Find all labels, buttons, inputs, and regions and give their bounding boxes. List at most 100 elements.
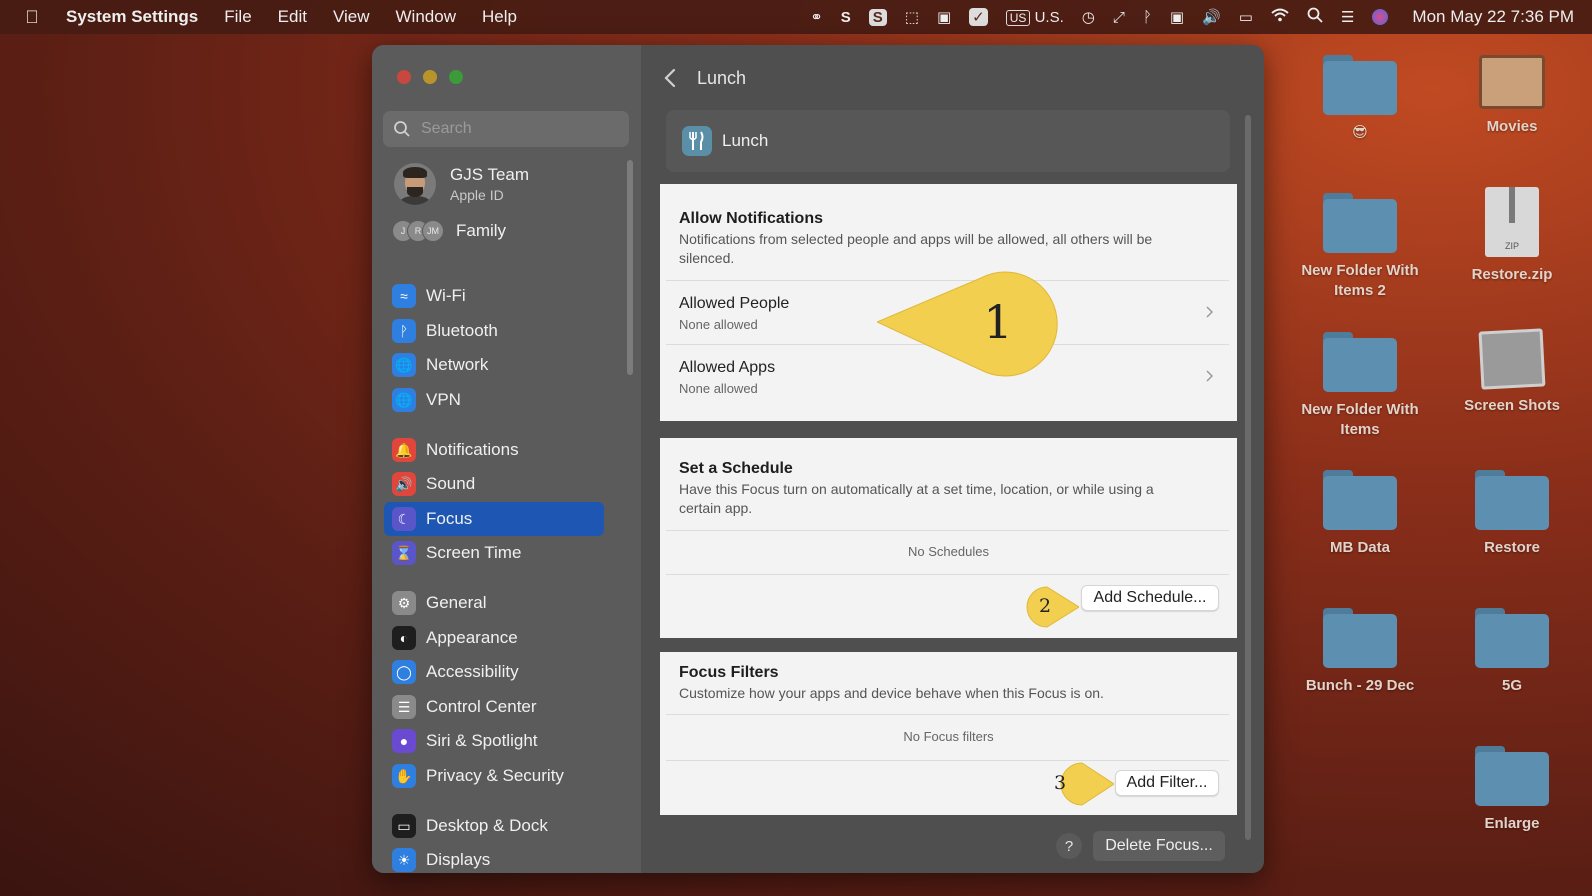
sidebar-item-general[interactable]: ⚙ General <box>384 586 604 620</box>
search-input[interactable]: Search <box>383 111 629 147</box>
apple-id-account[interactable]: GJS Team Apple ID <box>394 163 529 205</box>
skype-icon[interactable]: S <box>868 8 887 26</box>
vpn-status-icon[interactable]: ▣ <box>1170 8 1184 26</box>
close-button[interactable] <box>397 70 411 84</box>
page-header: Lunch <box>663 63 746 93</box>
focus-filters-card: Focus Filters Customize how your apps an… <box>660 652 1237 815</box>
menu-edit[interactable]: Edit <box>278 7 307 27</box>
allowed-people-title: Allowed People <box>679 295 790 312</box>
sidebar-item-bluetooth[interactable]: ᚹ Bluetooth <box>384 314 604 348</box>
desktop-item-label: Restore.zip <box>1471 266 1553 283</box>
sidebar-item-label: Focus <box>426 509 473 528</box>
screen-mirroring-icon[interactable]: ▭ <box>1239 8 1253 26</box>
sidebar-scrollbar[interactable] <box>627 160 633 375</box>
desktop-item-restore[interactable]: Restore <box>1437 470 1587 558</box>
schedule-desc: Have this Focus turn on automatically at… <box>679 481 1154 516</box>
creative-cloud-icon[interactable]: ⚭ <box>810 8 823 26</box>
menu-file[interactable]: File <box>224 7 251 27</box>
time-machine-icon[interactable]: ◷ <box>1082 8 1095 26</box>
window-icon[interactable]: ▣ <box>937 8 951 26</box>
chevron-right-icon <box>1206 370 1213 382</box>
zoom-button[interactable] <box>449 70 463 84</box>
sidebar-item-label: Desktop & Dock <box>426 816 548 835</box>
menu-view[interactable]: View <box>333 7 370 27</box>
sidebar-item-siri-spotlight[interactable]: ● Siri & Spotlight <box>384 724 604 758</box>
sidebar-item-label: VPN <box>426 390 461 409</box>
siri-status-icon[interactable] <box>1372 9 1389 25</box>
desktop-item-restore-zip[interactable]: ZIP Restore.zip <box>1437 187 1587 285</box>
control-center-status-icon[interactable]: ☰ <box>1341 8 1354 26</box>
spotlight-icon[interactable] <box>1307 7 1323 27</box>
sidebar-item-screen-time[interactable]: ⌛ Screen Time <box>384 536 604 570</box>
checkmark-icon[interactable]: ✓ <box>969 8 988 26</box>
settings-window: Search GJS Team Apple ID J R JM Family ≈… <box>372 45 1264 873</box>
accessibility-icon: ◯ <box>392 660 416 684</box>
menu-clock[interactable]: Mon May 22 7:36 PM <box>1412 7 1574 27</box>
expand-icon[interactable]: ⤢ <box>1113 9 1125 26</box>
bluetooth-status-icon[interactable]: ᚹ <box>1143 9 1152 26</box>
sidebar-item-label: Appearance <box>426 628 518 647</box>
family-item[interactable]: J R JM Family <box>392 220 506 242</box>
wifi-status-icon[interactable] <box>1271 8 1289 26</box>
sidebar-item-appearance[interactable]: ◐ Appearance <box>384 621 604 655</box>
sidebar-item-network[interactable]: 🌐 Network <box>384 348 604 382</box>
main-scrollbar[interactable] <box>1245 115 1251 840</box>
desktop-item-mb-data[interactable]: MB Data <box>1285 470 1435 558</box>
sidebar-item-displays[interactable]: ☀ Displays <box>384 843 604 873</box>
desktop-item-emoji[interactable]: 😎 <box>1285 55 1435 143</box>
sidebar-item-accessibility[interactable]: ◯ Accessibility <box>384 655 604 689</box>
menu-bar:  System Settings File Edit View Window … <box>0 0 1592 34</box>
screenshot-icon[interactable]: ⬚ <box>905 8 919 26</box>
callout-1-marker <box>877 271 1058 377</box>
folder-icon <box>1323 55 1397 115</box>
sidebar-item-label: Network <box>426 355 489 374</box>
apple-menu-icon[interactable]:  <box>22 7 42 28</box>
dock-icon: ▭ <box>392 814 416 838</box>
moon-icon: ☾ <box>392 507 416 531</box>
add-schedule-button[interactable]: Add Schedule... <box>1081 585 1219 611</box>
folder-icon <box>1323 470 1397 530</box>
desktop-item-movies[interactable]: Movies <box>1437 55 1587 137</box>
menu-help[interactable]: Help <box>482 7 517 27</box>
focus-name-row[interactable]: Lunch <box>666 110 1230 172</box>
back-chevron-icon[interactable] <box>663 68 679 88</box>
divider <box>666 714 1229 715</box>
minimize-button[interactable] <box>423 70 437 84</box>
sidebar-item-focus[interactable]: ☾ Focus <box>384 502 604 536</box>
callout-1-number: 1 <box>983 295 1013 349</box>
desktop-item-bunch-29-dec[interactable]: Bunch - 29 Dec <box>1285 608 1435 696</box>
sidebar-item-label: Bluetooth <box>426 321 498 340</box>
hand-icon: ✋ <box>392 764 416 788</box>
s-app-icon[interactable]: S <box>841 9 851 26</box>
desktop-item-new-folder-with-items[interactable]: New Folder With Items <box>1285 332 1435 440</box>
folder-icon <box>1323 608 1397 668</box>
allow-notifications-title: Allow Notifications <box>679 210 823 227</box>
desktop-item-screen-shots[interactable]: Screen Shots <box>1437 328 1587 416</box>
sidebar-item-label: Siri & Spotlight <box>426 731 538 750</box>
sidebar-item-vpn[interactable]: 🌐 VPN <box>384 383 604 417</box>
sidebar-item-sound[interactable]: 🔊 Sound <box>384 467 604 501</box>
help-button[interactable]: ? <box>1056 833 1082 859</box>
volume-icon[interactable]: 🔊 <box>1202 8 1221 26</box>
allowed-people-status: None allowed <box>679 317 758 332</box>
delete-focus-button[interactable]: Delete Focus... <box>1093 831 1225 861</box>
menu-app-name[interactable]: System Settings <box>66 7 198 27</box>
menu-window[interactable]: Window <box>396 7 456 27</box>
sidebar-item-control-center[interactable]: ☰ Control Center <box>384 690 604 724</box>
add-filter-button[interactable]: Add Filter... <box>1115 770 1219 796</box>
divider <box>666 574 1229 575</box>
desktop-item-enlarge[interactable]: Enlarge <box>1437 746 1587 834</box>
family-avatar: JM <box>422 220 444 242</box>
desktop-item-5g[interactable]: 5G <box>1437 608 1587 696</box>
sidebar-item-wi-fi[interactable]: ≈ Wi-Fi <box>384 279 604 313</box>
sidebar-item-notifications[interactable]: 🔔 Notifications <box>384 433 604 467</box>
desktop-item-label: Bunch - 29 Dec <box>1305 677 1415 694</box>
sun-icon: ☀ <box>392 848 416 872</box>
wifi-icon: ≈ <box>392 284 416 308</box>
avatar <box>394 163 436 205</box>
desktop-item-new-folder-with-items-2[interactable]: New Folder With Items 2 <box>1285 193 1435 301</box>
input-source-badge: US <box>1005 9 1031 26</box>
input-source-icon[interactable]: US U.S. <box>1005 9 1064 26</box>
sidebar-item-desktop-dock[interactable]: ▭ Desktop & Dock <box>384 809 604 843</box>
sidebar-item-privacy-security[interactable]: ✋ Privacy & Security <box>384 759 604 793</box>
